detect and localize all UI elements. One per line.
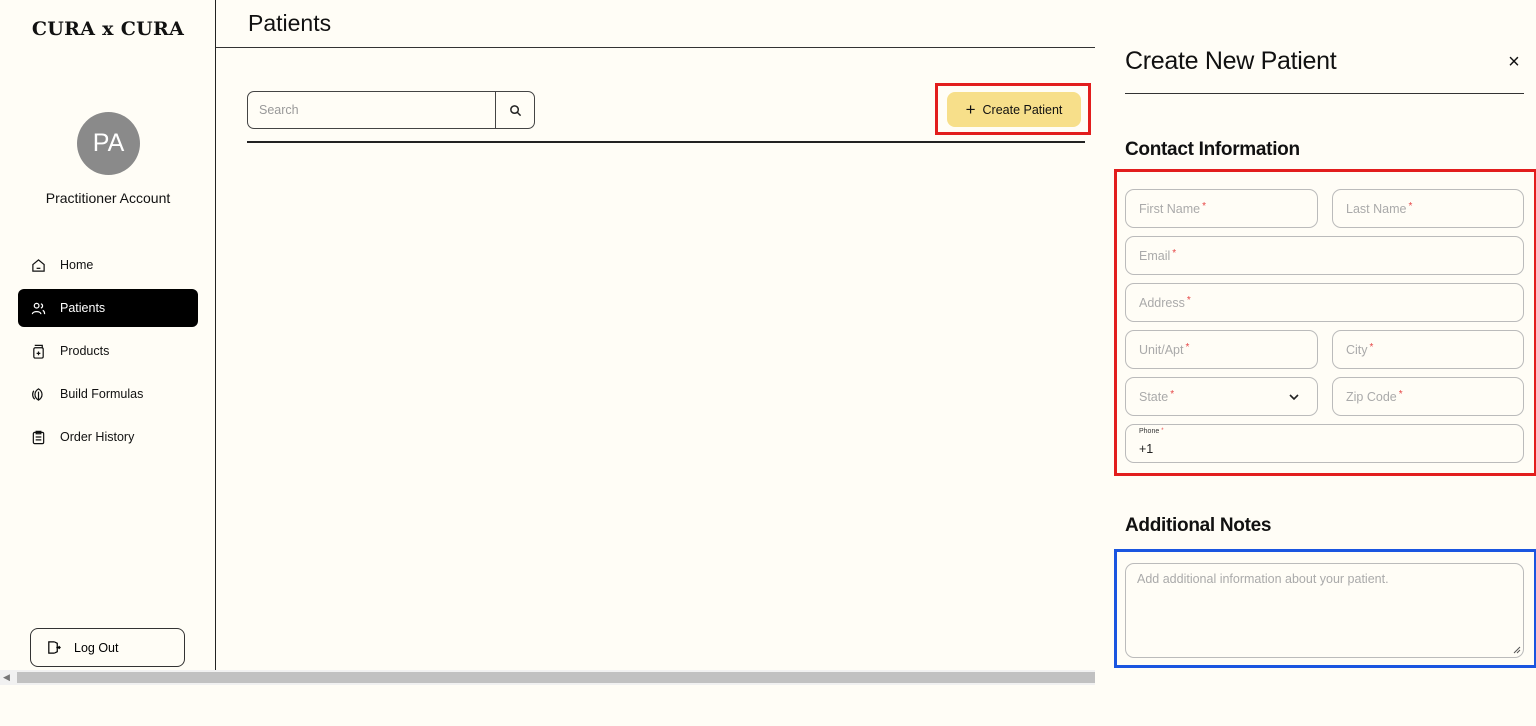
resize-handle-icon[interactable] <box>1513 646 1521 654</box>
sidebar-item-label: Patients <box>60 301 106 315</box>
brand-logo: CURA x CURA <box>31 18 185 40</box>
close-icon[interactable]: × <box>1504 50 1524 74</box>
contact-section-title: Contact Information <box>1125 139 1300 160</box>
list-divider <box>247 141 1085 143</box>
plus-icon: + <box>965 100 976 119</box>
chevron-down-icon <box>1289 394 1299 401</box>
logout-button[interactable]: Log Out <box>30 628 185 667</box>
scrollbar-thumb[interactable] <box>17 672 1095 683</box>
required-mark: * <box>1185 342 1190 353</box>
required-mark: * <box>1369 342 1374 353</box>
header-divider <box>216 47 1095 48</box>
field-placeholder: First Name <box>1139 201 1201 216</box>
phone-label: Phone * <box>1139 428 1164 435</box>
search-input[interactable] <box>248 92 495 128</box>
required-mark: * <box>1408 201 1413 212</box>
field-placeholder: Zip Code <box>1346 389 1397 404</box>
required-mark: * <box>1202 201 1207 212</box>
phone-field[interactable]: Phone * +1 <box>1125 424 1524 463</box>
sidebar-item-patients[interactable]: Patients <box>18 289 198 327</box>
required-mark: * <box>1186 295 1191 306</box>
panel-title: Create New Patient <box>1125 47 1337 75</box>
address-field[interactable]: Address * <box>1125 283 1524 322</box>
state-select[interactable]: State * <box>1125 377 1318 416</box>
phone-value: +1 <box>1139 442 1154 456</box>
field-placeholder: Email <box>1139 248 1171 263</box>
sidebar-item-label: Build Formulas <box>60 387 144 401</box>
logout-icon <box>48 641 61 654</box>
product-jar-icon <box>33 344 44 359</box>
page-title: Patients <box>248 10 332 36</box>
avatar: PA <box>77 112 140 175</box>
additional-notes-textarea[interactable] <box>1125 563 1524 658</box>
logout-label: Log Out <box>74 640 119 655</box>
create-patient-label: Create Patient <box>982 102 1063 117</box>
clipboard-icon <box>32 430 45 444</box>
city-field[interactable]: City * <box>1332 330 1524 369</box>
horizontal-scrollbar[interactable]: ◀ <box>0 670 1095 685</box>
search-icon <box>509 104 521 116</box>
field-placeholder: State <box>1139 389 1169 404</box>
required-mark: * <box>1170 389 1175 400</box>
sidebar-item-label: Products <box>60 344 110 358</box>
sidebar: CURA x CURA PA Practitioner Account Home… <box>0 0 216 670</box>
panel-divider <box>1125 93 1524 94</box>
account-name: Practitioner Account <box>45 190 171 206</box>
create-patient-highlight: + Create Patient <box>935 83 1091 135</box>
search-button[interactable] <box>495 92 534 128</box>
sidebar-item-label: Home <box>60 258 94 272</box>
sidebar-item-build-formulas[interactable]: Build Formulas <box>18 375 198 413</box>
unit-apt-field[interactable]: Unit/Apt * <box>1125 330 1318 369</box>
create-patient-button[interactable]: + Create Patient <box>947 92 1081 127</box>
home-icon <box>32 258 45 272</box>
required-mark: * <box>1172 248 1177 259</box>
search-bar <box>247 91 535 129</box>
field-placeholder: Last Name <box>1346 201 1407 216</box>
zip-code-field[interactable]: Zip Code * <box>1332 377 1524 416</box>
notes-section-title: Additional Notes <box>1125 515 1272 536</box>
sidebar-item-label: Order History <box>60 430 135 444</box>
sidebar-item-order-history[interactable]: Order History <box>18 418 198 456</box>
phone-label-text: Phone <box>1139 428 1160 435</box>
sidebar-item-home[interactable]: Home <box>18 246 198 284</box>
scroll-left-icon[interactable]: ◀ <box>3 672 10 683</box>
users-icon <box>31 302 46 314</box>
field-placeholder: City <box>1346 342 1368 357</box>
field-placeholder: Unit/Apt <box>1139 342 1184 357</box>
leaf-icon <box>32 387 43 401</box>
sidebar-nav: Home Patients Products Build Formulas Or… <box>18 246 198 461</box>
required-mark: * <box>1398 389 1403 400</box>
field-placeholder: Address <box>1139 295 1185 310</box>
sidebar-item-products[interactable]: Products <box>18 332 198 370</box>
required-mark: * <box>1161 428 1164 434</box>
last-name-field[interactable]: Last Name * <box>1332 189 1524 228</box>
email-field[interactable]: Email * <box>1125 236 1524 275</box>
first-name-field[interactable]: First Name * <box>1125 189 1318 228</box>
